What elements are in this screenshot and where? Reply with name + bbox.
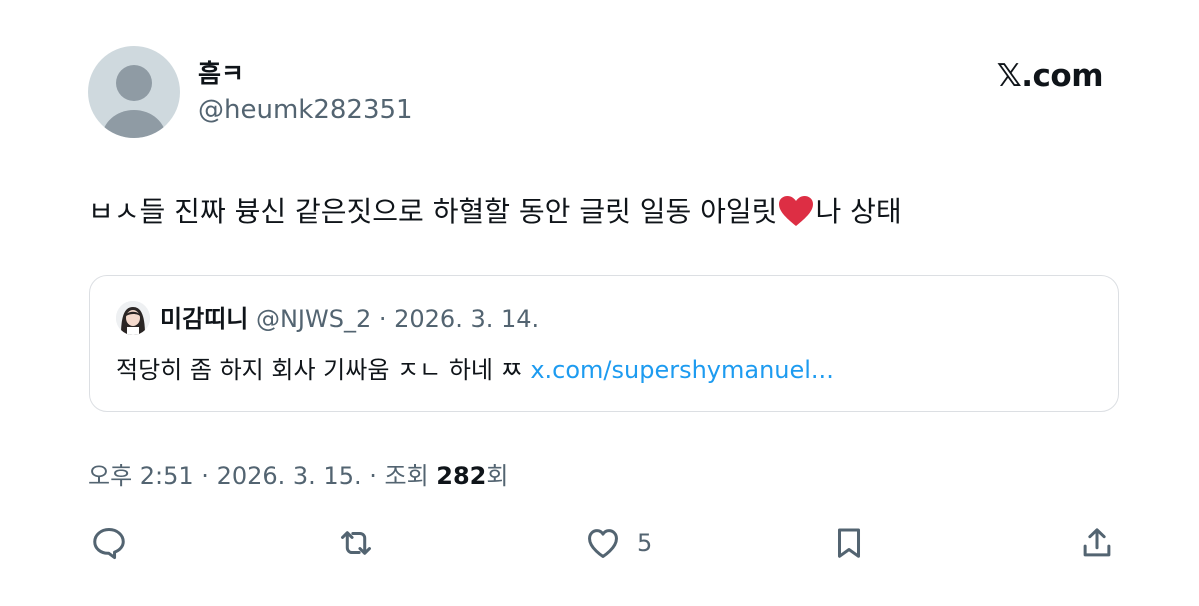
view-suffix: 회 bbox=[486, 462, 509, 490]
heart-icon bbox=[588, 529, 618, 558]
x-logo-brand: 𝕏.com bbox=[996, 58, 1104, 94]
red-heart-emoji-icon bbox=[778, 195, 814, 240]
action-bar: 5 bbox=[88, 520, 1118, 566]
reply-icon bbox=[93, 528, 125, 560]
quoted-display-name[interactable]: 미감띠니 bbox=[160, 305, 248, 333]
bookmark-button[interactable] bbox=[830, 524, 868, 562]
tweet-meta: 오후 2:51 · 2026. 3. 15. · 조회 282회 bbox=[88, 459, 508, 493]
view-count: 282 bbox=[436, 462, 487, 490]
quoted-author-avatar bbox=[116, 301, 150, 335]
quoted-meta: @NJWS_2 · 2026. 3. 14. bbox=[255, 305, 540, 333]
timestamp[interactable]: 오후 2:51 · 2026. 3. 15. · 조회 bbox=[88, 462, 436, 490]
quoted-avatar-photo-icon bbox=[116, 301, 150, 335]
quoted-text: 적당히 좀 하지 회사 기싸움 ㅈㄴ 하네 ㅉ x.com/supershyma… bbox=[116, 352, 834, 388]
author-avatar[interactable] bbox=[88, 46, 180, 138]
like-button[interactable]: 5 bbox=[583, 524, 652, 562]
author-display-name[interactable]: 흠ㅋ bbox=[198, 58, 244, 90]
tweet-text: ㅂㅅ들 진짜 븅신 같은짓으로 하혈할 동안 글릿 일동 아일릿 나 상태 bbox=[88, 190, 902, 240]
tweet-text-before: ㅂㅅ들 진짜 븅신 같은짓으로 하혈할 동안 글릿 일동 아일릿 bbox=[88, 195, 778, 228]
quoted-body: 적당히 좀 하지 회사 기싸움 ㅈㄴ 하네 ㅉ bbox=[116, 356, 531, 384]
tweet-text-after: 나 상태 bbox=[815, 195, 902, 228]
quoted-tweet-card[interactable]: 미감띠니 @NJWS_2 · 2026. 3. 14. 적당히 좀 하지 회사 … bbox=[89, 275, 1119, 412]
author-handle[interactable]: @heumk282351 bbox=[198, 94, 413, 126]
retweet-icon bbox=[341, 531, 371, 555]
bookmark-icon bbox=[837, 528, 861, 558]
reply-button[interactable] bbox=[90, 524, 128, 562]
share-button[interactable] bbox=[1078, 524, 1116, 562]
quoted-link[interactable]: x.com/supershymanuel... bbox=[530, 356, 834, 384]
default-profile-icon bbox=[102, 65, 166, 138]
share-icon bbox=[1083, 528, 1111, 557]
quoted-header: 미감띠니 @NJWS_2 · 2026. 3. 14. bbox=[160, 303, 539, 335]
like-count: 5 bbox=[637, 529, 653, 557]
retweet-button[interactable] bbox=[336, 524, 376, 562]
